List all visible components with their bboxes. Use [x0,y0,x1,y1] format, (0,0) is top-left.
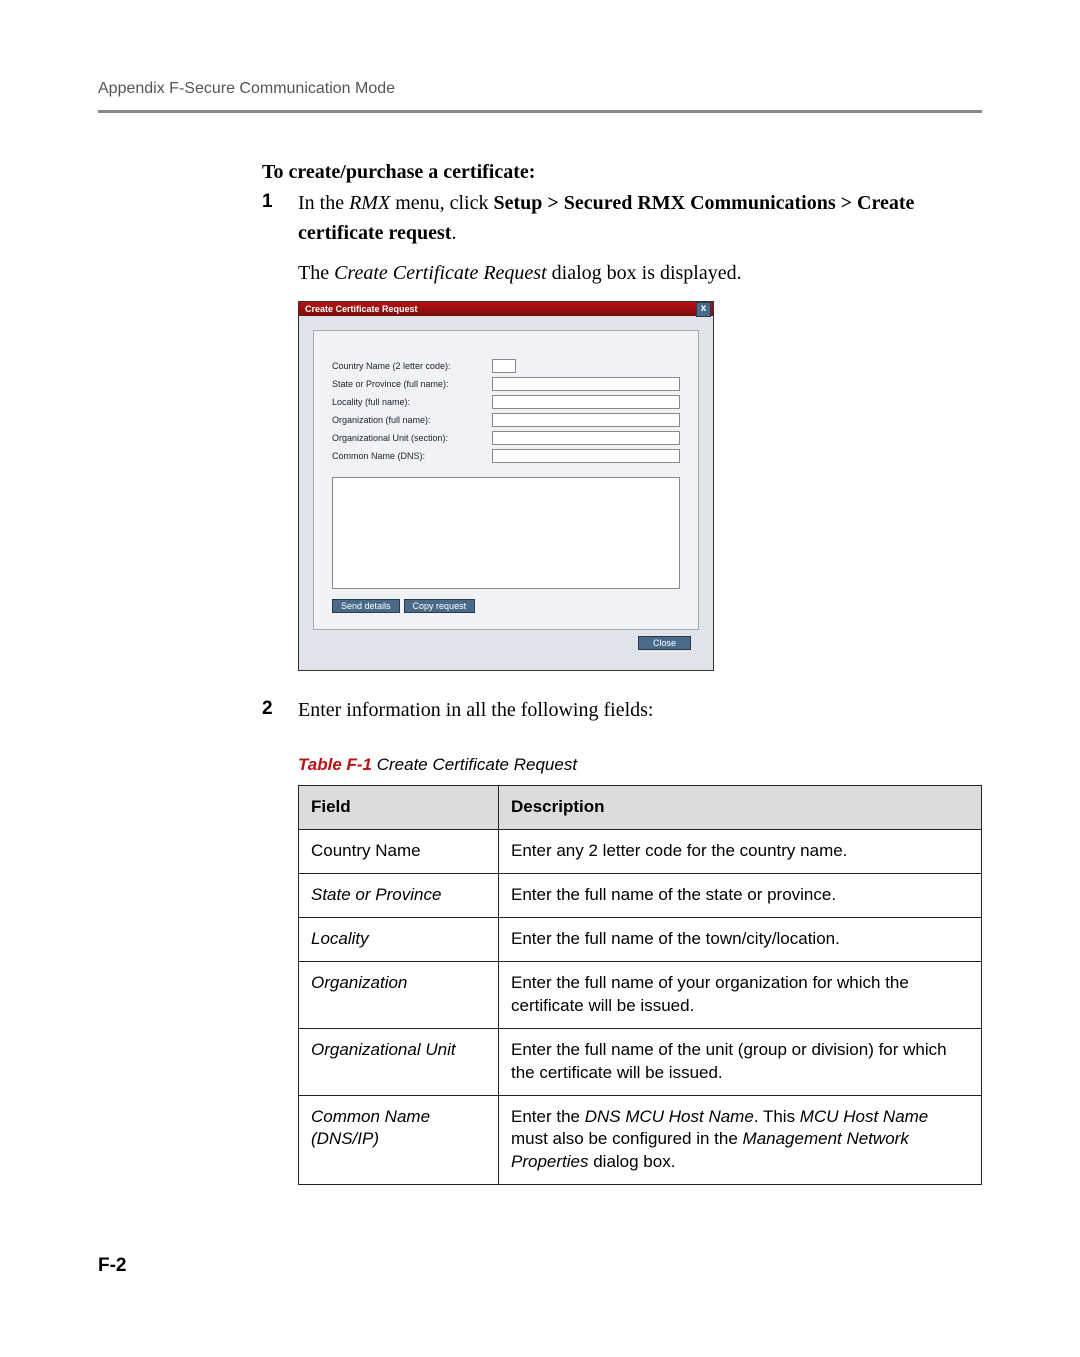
cell-desc: Enter the full name of the state or prov… [499,873,982,917]
cell-desc: Enter the full name of your organization… [499,961,982,1028]
request-output-box[interactable] [332,477,680,589]
table-caption: Table F-1 Create Certificate Request [298,755,982,775]
dialog-title-text: Create Certificate Request [305,304,418,314]
text: . [451,222,456,244]
form-row-orgunit: Organizational Unit (section): [332,431,680,445]
dialog-titlebar: Create Certificate Request x [299,302,713,316]
cell-field: Organization [299,961,499,1028]
page: Appendix F-Secure Communication Mode To … [0,0,1080,1357]
step-body: In the RMX menu, click Setup > Secured R… [298,188,982,248]
table-header-row: Field Description [299,786,982,830]
form-row-org: Organization (full name): [332,413,680,427]
input-country[interactable] [492,359,516,373]
label-cn: Common Name (DNS): [332,451,492,461]
input-orgunit[interactable] [492,431,680,445]
text: Enter the [511,1107,585,1126]
close-icon[interactable]: x [696,302,711,317]
text: must also be configured in the [511,1129,743,1148]
step-1: 1 In the RMX menu, click Setup > Secured… [262,188,982,248]
col-field: Field [299,786,499,830]
page-number: F-2 [98,1255,982,1277]
dialog-body: Country Name (2 letter code): State or P… [299,316,713,670]
text: In the [298,192,349,214]
dialog-footer: Close [313,636,699,656]
cell-field: Country Name [299,829,499,873]
cell-desc: Enter the full name of the town/city/loc… [499,917,982,961]
text: menu, click [390,192,493,214]
col-description: Description [499,786,982,830]
input-cn[interactable] [492,449,680,463]
text-italic: DNS MCU Host Name [585,1107,754,1126]
send-details-button[interactable]: Send details [332,599,400,613]
table-row: Organizational Unit Enter the full name … [299,1028,982,1095]
step-body: Enter information in all the following f… [298,695,982,725]
form-row-cn: Common Name (DNS): [332,449,680,463]
label-state: State or Province (full name): [332,379,492,389]
cell-field: Common Name (DNS/IP) [299,1095,499,1185]
dialog-panel: Country Name (2 letter code): State or P… [313,330,699,630]
cell-field: Locality [299,917,499,961]
form-row-locality: Locality (full name): [332,395,680,409]
input-locality[interactable] [492,395,680,409]
cell-desc: Enter any 2 letter code for the country … [499,829,982,873]
text: The [298,262,334,284]
table-row: Country Name Enter any 2 letter code for… [299,829,982,873]
dialog-button-row: Send details Copy request [332,599,680,613]
step-1-followup: The Create Certificate Request dialog bo… [298,262,982,285]
cell-field: State or Province [299,873,499,917]
table-row: Locality Enter the full name of the town… [299,917,982,961]
step-2: 2 Enter information in all the following… [262,695,982,725]
cell-field: Organizational Unit [299,1028,499,1095]
content-block: To create/purchase a certificate: 1 In t… [262,161,982,1185]
step-number: 1 [262,188,298,248]
fields-table: Field Description Country Name Enter any… [298,785,982,1185]
certificate-dialog: Create Certificate Request x Country Nam… [298,301,714,671]
rmx-italic: RMX [349,192,390,214]
form-row-country: Country Name (2 letter code): [332,359,680,373]
running-header: Appendix F-Secure Communication Mode [98,80,982,98]
text: dialog box is displayed. [547,262,742,284]
input-state[interactable] [492,377,680,391]
caption-number: Table F-1 [298,755,372,774]
step-number: 2 [262,695,298,725]
table-row: Organization Enter the full name of your… [299,961,982,1028]
text: . This [754,1107,800,1126]
table-row: State or Province Enter the full name of… [299,873,982,917]
copy-request-button[interactable]: Copy request [404,599,476,613]
cell-desc: Enter the full name of the unit (group o… [499,1028,982,1095]
label-locality: Locality (full name): [332,397,492,407]
cell-desc: Enter the DNS MCU Host Name. This MCU Ho… [499,1095,982,1185]
label-country: Country Name (2 letter code): [332,361,492,371]
close-button[interactable]: Close [638,636,691,650]
header-rule [98,110,982,113]
label-org: Organization (full name): [332,415,492,425]
section-heading: To create/purchase a certificate: [262,161,982,184]
dialog-name-italic: Create Certificate Request [334,262,547,284]
text: dialog box. [588,1152,675,1171]
caption-text: Create Certificate Request [372,755,577,774]
input-org[interactable] [492,413,680,427]
table-row: Common Name (DNS/IP) Enter the DNS MCU H… [299,1095,982,1185]
label-orgunit: Organizational Unit (section): [332,433,492,443]
form-row-state: State or Province (full name): [332,377,680,391]
text-italic: MCU Host Name [800,1107,928,1126]
